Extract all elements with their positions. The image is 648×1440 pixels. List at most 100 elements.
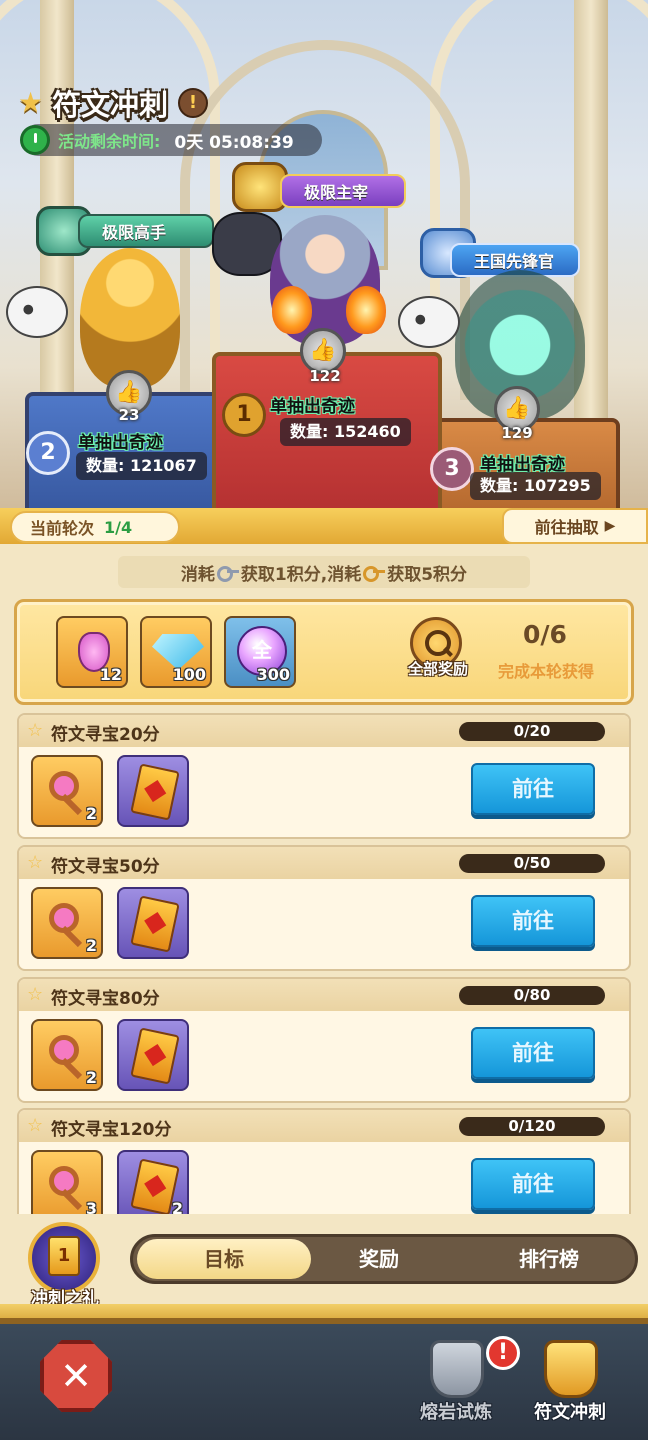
nav-label: 符文冲刺 — [534, 1402, 606, 1423]
timer-label: 活动剩余时间: — [58, 132, 161, 151]
task-title: 符文寻宝120分 — [51, 1120, 172, 1140]
reward-item-orb[interactable]: 全 300 — [224, 616, 296, 688]
current-round: 当前轮次 1/4 — [10, 511, 180, 543]
task-card: ☆ 符文寻宝20分 0/20 2 前往 — [17, 713, 631, 839]
go-button[interactable]: 前往 — [471, 763, 595, 815]
player-quantity-rank-2: 数量: 121067 — [76, 452, 207, 480]
shield-icon — [430, 1340, 484, 1398]
all-rewards-button[interactable]: 全部奖励 — [396, 658, 480, 679]
reward-item-key[interactable]: 2 — [31, 755, 103, 827]
star-icon: ☆ — [27, 984, 44, 1005]
go-button[interactable]: 前往 — [471, 1158, 595, 1210]
star-icon: ☆ — [27, 1115, 44, 1136]
rune-card-icon — [130, 1027, 180, 1085]
clock-icon — [20, 125, 50, 155]
panda-pet — [6, 286, 68, 338]
task-card: ☆ 符文寻宝50分 0/50 2 前往 — [17, 845, 631, 971]
thumbs-up-icon: 👍 — [503, 396, 531, 421]
thumbs-up-icon: 👍 — [309, 338, 337, 363]
reward-amount: 2 — [85, 1068, 97, 1087]
like-count-rank-1: 122 — [309, 367, 341, 385]
task-title: 符文寻宝50分 — [51, 857, 160, 877]
go-button[interactable]: 前往 — [471, 1027, 595, 1079]
task-progress: 0/20 — [459, 722, 605, 741]
event-title: 符文冲刺 — [52, 88, 169, 122]
player-quantity-rank-3: 数量: 107295 — [470, 472, 601, 500]
task-card: ☆ 符文寻宝80分 0/80 2 前往 — [17, 977, 631, 1103]
go-draw-button[interactable]: 前往抽取 ▶ — [502, 508, 648, 544]
star-icon: ☆ — [27, 720, 44, 741]
key-icon — [47, 1033, 87, 1073]
rank-1-title-banner: 极限主宰 — [280, 174, 406, 208]
reward-item-key[interactable]: 2 — [31, 1019, 103, 1091]
hint-text: 消耗 — [180, 564, 215, 585]
timer-value: 0天 05:08:39 — [174, 132, 294, 153]
rank-2-title-banner: 极限高手 — [78, 214, 214, 248]
reward-item-rune-card[interactable] — [117, 887, 189, 959]
key-icon — [47, 769, 87, 809]
like-count-rank-2: 23 — [118, 406, 140, 424]
fire-effect — [272, 286, 312, 334]
divider-trim — [0, 1304, 648, 1324]
key-icon — [47, 1164, 87, 1204]
hint-text: 获取1积分,消耗 — [240, 564, 362, 585]
reward-item-potion[interactable]: 12 — [56, 616, 128, 688]
nav-rune-sprint[interactable]: 符文冲刺 — [520, 1338, 620, 1428]
like-count-rank-3: 129 — [501, 424, 533, 442]
reward-item-key[interactable]: 3 — [31, 1150, 103, 1214]
reward-amount: 2 — [85, 936, 97, 955]
task-progress: 0/50 — [459, 854, 605, 873]
key-icon — [47, 901, 87, 941]
rune-card-icon — [130, 763, 180, 821]
task-title: 符文寻宝80分 — [51, 989, 160, 1009]
reward-amount: 2 — [85, 804, 97, 823]
star-icon: ☆ — [27, 852, 44, 873]
reward-item-key[interactable]: 2 — [31, 887, 103, 959]
player-name-rank-1: 单抽出奇迹 — [270, 397, 355, 417]
reward-amount: 12 — [99, 665, 122, 684]
tab-goals[interactable]: 目标 — [137, 1239, 311, 1279]
points-hint: 消耗 获取1积分,消耗 获取5积分 — [118, 556, 530, 588]
panda-pet — [398, 296, 460, 348]
round-reward-caption: 完成本轮获得 — [497, 662, 594, 681]
sprint-gift-button[interactable]: 1 冲刺之礼 — [22, 1222, 108, 1309]
hero-rank-2[interactable] — [80, 248, 180, 388]
reward-amount: 100 — [172, 665, 206, 684]
tab-bar: 奖励 排行榜 目标 — [130, 1234, 638, 1284]
reward-amount: 300 — [256, 665, 290, 684]
task-card: ☆ 符文寻宝120分 0/120 3 2 前往 — [17, 1108, 631, 1214]
go-draw-label: 前往抽取 — [534, 518, 599, 537]
trophy-icon: 1 — [48, 1236, 80, 1276]
round-reward-progress: 0/6 — [523, 620, 567, 649]
reward-amount: 3 — [85, 1199, 97, 1214]
close-icon: ✕ — [60, 1354, 92, 1398]
reward-item-diamond[interactable]: 100 — [140, 616, 212, 688]
gold-key-icon — [363, 565, 386, 582]
info-icon[interactable]: ! — [178, 88, 209, 118]
rune-card-icon — [130, 895, 180, 953]
reward-amount: 2 — [171, 1199, 183, 1214]
play-arrow-icon: ▶ — [604, 518, 616, 534]
fire-effect — [346, 286, 386, 334]
round-value: 1/4 — [104, 517, 133, 537]
task-progress: 0/120 — [459, 1117, 605, 1136]
reward-item-rune-card[interactable]: 2 — [117, 1150, 189, 1214]
event-header: ★ 符文冲刺 ! — [18, 82, 209, 124]
nav-label: 熔岩试炼 — [420, 1402, 492, 1423]
task-progress: 0/80 — [459, 986, 605, 1005]
tab-leaderboard[interactable]: 排行榜 — [467, 1239, 631, 1279]
task-title: 符文寻宝20分 — [51, 725, 160, 745]
place-3-medal: 3 — [430, 447, 474, 491]
thumbs-up-icon: 👍 — [115, 380, 143, 405]
round-label: 当前轮次 — [30, 519, 95, 538]
player-name-rank-2: 单抽出奇迹 — [78, 433, 163, 453]
alert-badge: ! — [486, 1336, 520, 1370]
reward-item-rune-card[interactable] — [117, 755, 189, 827]
player-quantity-rank-1: 数量: 152460 — [280, 418, 411, 446]
hint-text: 获取5积分 — [387, 564, 468, 585]
star-icon: ★ — [18, 86, 44, 119]
tab-rewards[interactable]: 奖励 — [299, 1239, 459, 1279]
event-timer: 活动剩余时间: 0天 05:08:39 — [20, 124, 322, 156]
reward-item-rune-card[interactable] — [117, 1019, 189, 1091]
go-button[interactable]: 前往 — [471, 895, 595, 947]
